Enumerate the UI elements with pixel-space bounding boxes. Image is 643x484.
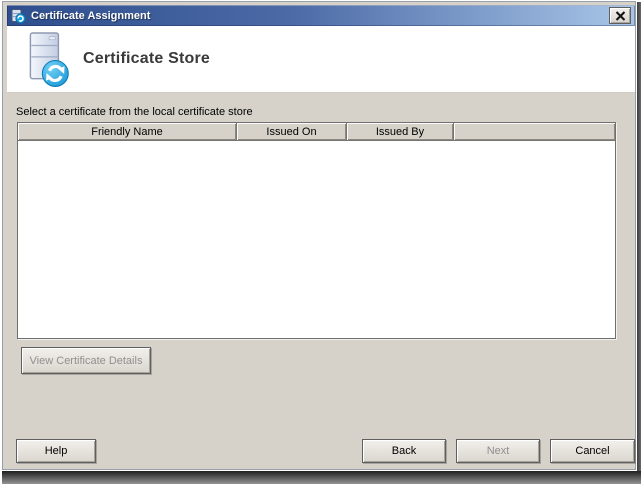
window-title: Certificate Assignment: [31, 9, 151, 22]
wizard-header: Certificate Store: [7, 26, 635, 93]
back-button[interactable]: Back: [362, 439, 446, 463]
close-button[interactable]: [609, 7, 631, 24]
page-title: Certificate Store: [83, 50, 210, 67]
server-sync-icon: [10, 8, 26, 24]
table-header-row: Friendly Name Issued On Issued By: [18, 123, 615, 141]
column-header-friendly-name[interactable]: Friendly Name: [18, 123, 237, 140]
close-icon: [615, 10, 625, 21]
dialog-window: Certificate Assignment Certificate Store…: [2, 1, 636, 470]
next-button[interactable]: Next: [456, 439, 540, 463]
certificate-table: Friendly Name Issued On Issued By: [17, 122, 616, 339]
cancel-button[interactable]: Cancel: [550, 439, 635, 463]
help-button[interactable]: Help: [16, 439, 96, 463]
column-header-blank[interactable]: [454, 123, 615, 140]
title-bar[interactable]: Certificate Assignment: [7, 5, 635, 26]
column-header-issued-on[interactable]: Issued On: [237, 123, 347, 140]
view-certificate-details-button[interactable]: View Certificate Details: [21, 347, 151, 374]
window-shadow-bottom: [2, 471, 641, 484]
certificate-list-area[interactable]: [18, 141, 615, 338]
column-header-issued-by[interactable]: Issued By: [347, 123, 454, 140]
instruction-label: Select a certificate from the local cert…: [16, 106, 253, 118]
window-shadow-right: [637, 2, 641, 471]
certificate-store-icon: [24, 32, 70, 93]
